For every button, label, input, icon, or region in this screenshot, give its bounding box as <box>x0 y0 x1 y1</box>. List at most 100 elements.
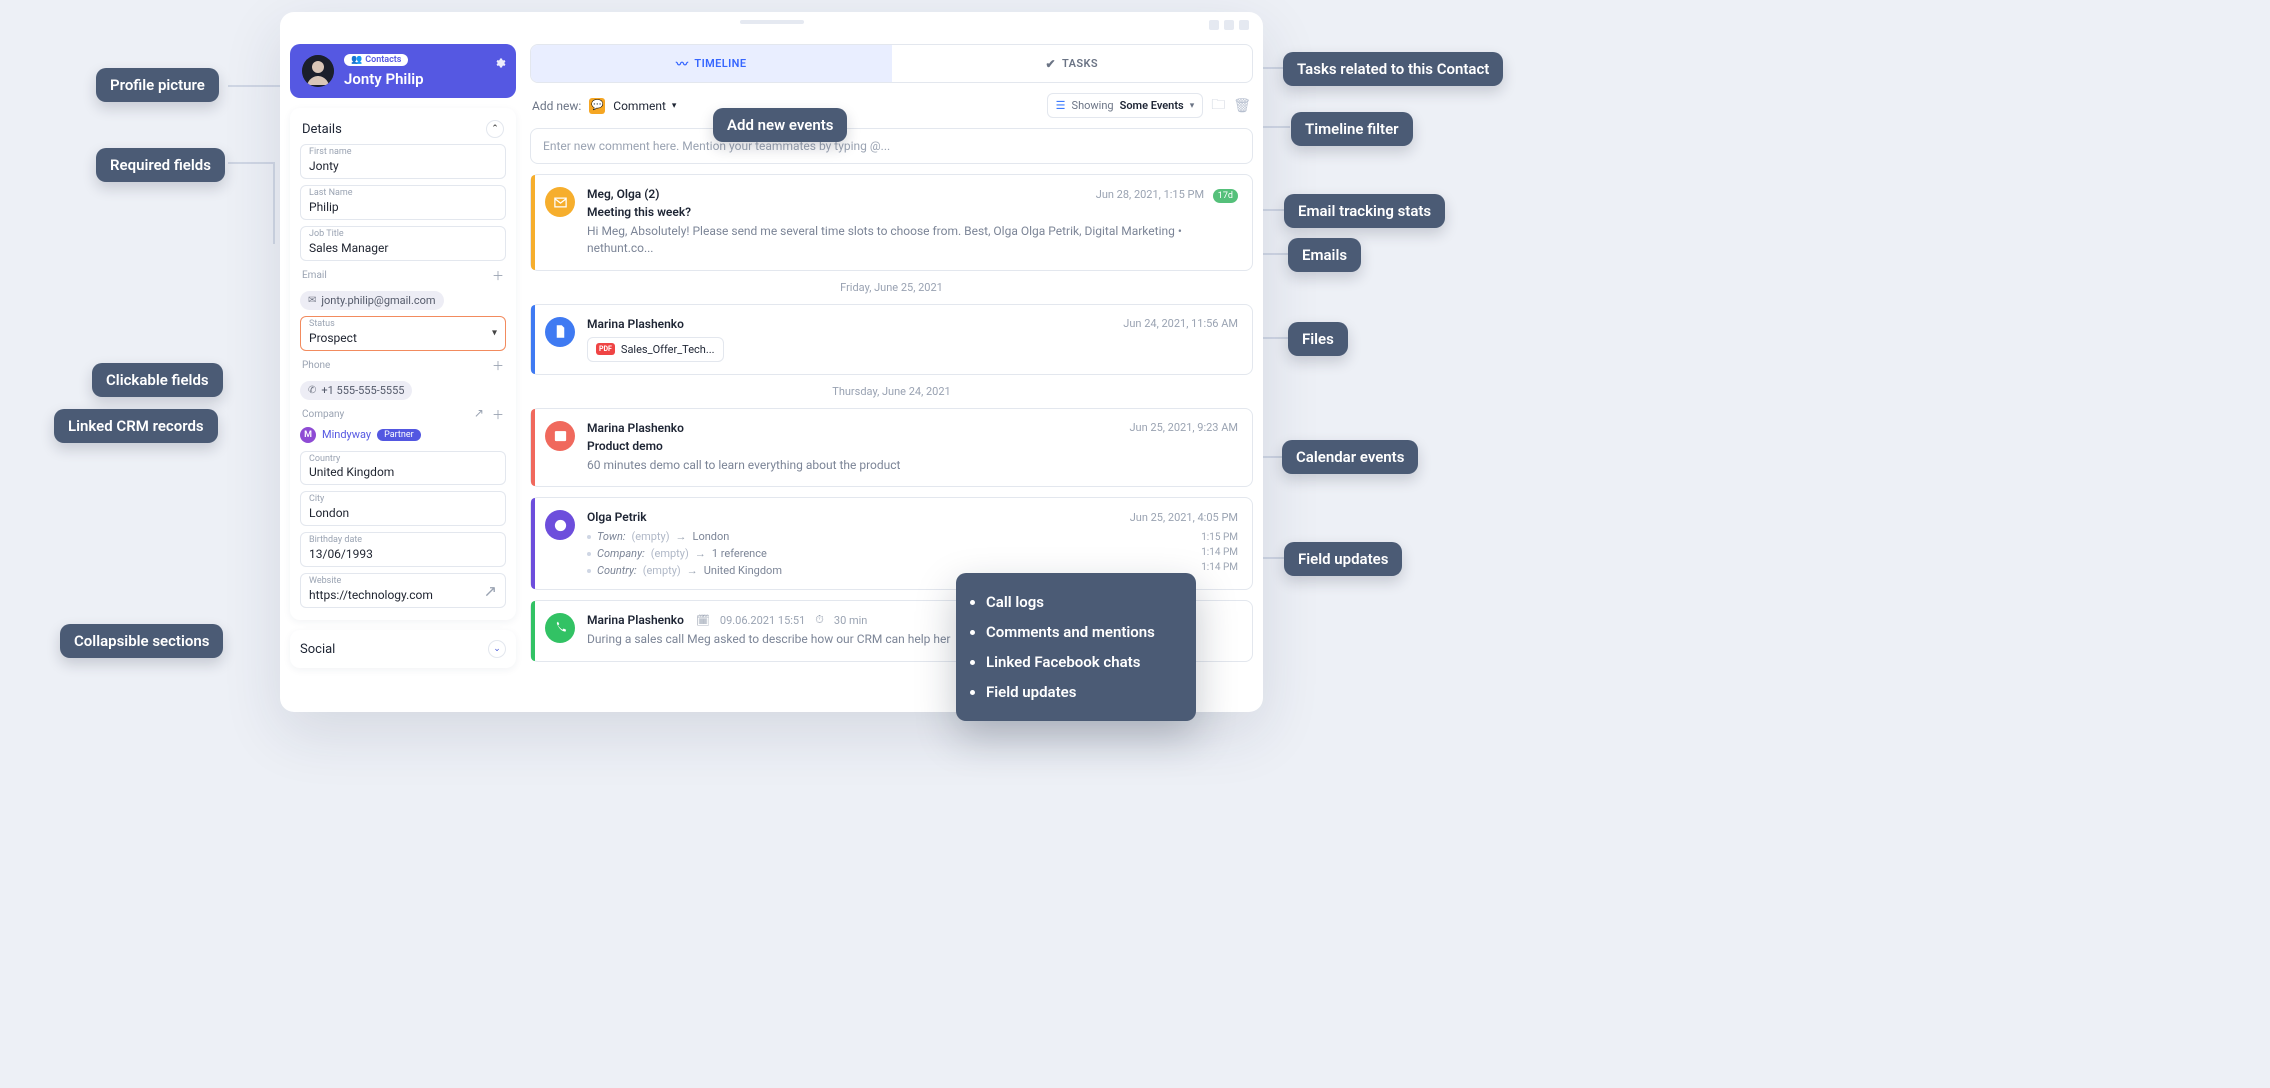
call-author: Marina Plashenko <box>587 613 684 627</box>
file-timestamp: Jun 24, 2021, 11:56 AM <box>1123 317 1238 330</box>
field-label: City <box>309 495 497 506</box>
field-value: Prospect <box>309 331 497 345</box>
mail-icon: ✉ <box>308 295 316 306</box>
company-link[interactable]: M Mindyway Partner <box>300 427 506 443</box>
add-email-icon[interactable]: ＋ <box>492 267 504 284</box>
contacts-badge-label: Contacts <box>365 55 401 65</box>
call-date: 09.06.2021 15:51 <box>720 614 805 627</box>
file-attachment[interactable]: PDF Sales_Offer_Tech... <box>587 337 724 362</box>
field-label: Status <box>309 320 497 331</box>
last-name-field[interactable]: Last Name Philip <box>300 185 506 220</box>
tab-timeline[interactable]: 〰 TIMELINE <box>531 45 892 82</box>
showing-value: Some Events <box>1120 99 1184 112</box>
overlay-item: Comments and mentions <box>986 617 1182 647</box>
date-separator: Friday, June 25, 2021 <box>530 281 1253 294</box>
chevron-down-icon: ▾ <box>672 101 677 111</box>
overlay-item: Field updates <box>986 677 1182 707</box>
timeline-file-card[interactable]: Marina Plashenko Jun 24, 2021, 11:56 AM … <box>530 304 1253 375</box>
country-field[interactable]: Country United Kingdom <box>300 451 506 486</box>
comment-input[interactable]: Enter new comment here. Mention your tea… <box>530 128 1253 164</box>
open-company-icon[interactable]: ↗ <box>474 406 484 423</box>
callout-tasks-related: Tasks related to this Contact <box>1283 52 1503 86</box>
connector <box>228 162 274 164</box>
contacts-badge[interactable]: 👥 Contacts <box>344 54 408 66</box>
tab-tasks[interactable]: ✔ TASKS <box>892 45 1253 82</box>
field-label: First name <box>309 148 497 159</box>
tab-tasks-label: TASKS <box>1062 57 1098 70</box>
contact-sidebar: 👥 Contacts Jonty Philip Details ⌃ First … <box>290 44 516 702</box>
tabs: 〰 TIMELINE ✔ TASKS <box>530 44 1253 83</box>
email-timestamp: Jun 28, 2021, 1:15 PM <box>1096 188 1204 201</box>
first-name-field[interactable]: First name Jonty <box>300 144 506 179</box>
calendar-author: Marina Plashenko <box>587 421 684 435</box>
email-header: Email ＋ <box>302 267 504 284</box>
phone-pill[interactable]: ✆ +1 555-555-5555 <box>300 381 412 400</box>
update-timestamp: Jun 25, 2021, 4:05 PM <box>1130 511 1238 524</box>
birthday-field[interactable]: Birthday date 13/06/1993 <box>300 532 506 567</box>
external-link-icon[interactable]: ↗ <box>484 581 497 600</box>
city-field[interactable]: City London <box>300 491 506 526</box>
email-pill[interactable]: ✉ jonty.philip@gmail.com <box>300 291 444 310</box>
callout-clickable-fields: Clickable fields <box>92 363 223 397</box>
time: 1:15 PM <box>1201 532 1238 543</box>
timeline-calendar-card[interactable]: Marina Plashenko Jun 25, 2021, 9:23 AM P… <box>530 408 1253 487</box>
status-field[interactable]: Status Prospect ▾ <box>300 316 506 351</box>
add-new-label: Add new: <box>532 99 581 113</box>
identity-card: 👥 Contacts Jonty Philip <box>290 44 516 98</box>
time: 1:14 PM <box>1201 547 1238 558</box>
callout-timeline-filter: Timeline filter <box>1291 112 1413 146</box>
update-subtimes: 1:15 PM 1:14 PM 1:14 PM <box>1201 532 1238 573</box>
field-label: Country <box>309 455 497 466</box>
callout-required-fields: Required fields <box>96 148 225 182</box>
mail-icon <box>545 187 575 217</box>
add-phone-icon[interactable]: ＋ <box>492 357 504 374</box>
add-company-icon[interactable]: ＋ <box>492 406 504 423</box>
calendar-body: 60 minutes demo call to learn everything… <box>587 457 1238 474</box>
chevron-down-icon: ▾ <box>492 328 497 339</box>
calendar-icon <box>545 421 575 451</box>
phone-value: +1 555-555-5555 <box>321 384 404 397</box>
change-new: United Kingdom <box>704 564 782 577</box>
timeline-filter[interactable]: ☰ Showing Some Events ▾ <box>1047 93 1204 118</box>
tab-timeline-label: TIMELINE <box>694 57 746 70</box>
gear-icon[interactable] <box>494 54 506 73</box>
showing-label: Showing <box>1072 99 1114 112</box>
check-circle-icon: ✔ <box>1046 57 1056 71</box>
website-field[interactable]: Website https://technology.com ↗ <box>300 573 506 608</box>
details-section: Details ⌃ First name Jonty Last Name Phi… <box>290 108 516 620</box>
window-handle <box>740 20 804 24</box>
social-section[interactable]: Social ⌄ <box>290 630 516 668</box>
callout-emails: Emails <box>1288 238 1361 272</box>
comment-picker-label: Comment <box>613 99 666 113</box>
details-header[interactable]: Details ⌃ <box>300 118 506 144</box>
chevron-up-icon[interactable]: ⌃ <box>486 120 504 138</box>
contact-name: Jonty Philip <box>344 70 424 88</box>
chevron-down-icon[interactable]: ⌄ <box>488 640 506 658</box>
avatar <box>302 55 334 87</box>
callout-profile-picture: Profile picture <box>96 68 219 102</box>
file-icon <box>545 317 575 347</box>
phone-header-label: Phone <box>302 360 330 371</box>
callout-email-stats: Email tracking stats <box>1284 194 1445 228</box>
folder-icon[interactable]: 🗀 <box>1211 94 1225 118</box>
change-key: Company: <box>597 547 645 560</box>
social-title: Social <box>300 642 335 657</box>
people-icon: 👥 <box>351 55 362 65</box>
add-new-type-picker[interactable]: Comment ▾ <box>613 99 676 113</box>
file-name: Sales_Offer_Tech... <box>621 343 715 356</box>
overlay-item: Call logs <box>986 587 1182 617</box>
timeline-email-card[interactable]: Meg, Olga (2) Jun 28, 2021, 1:15 PM 17d … <box>530 174 1253 271</box>
trash-icon[interactable]: 🗑 <box>1233 98 1251 114</box>
callout-add-new-events: Add new events <box>713 108 847 142</box>
company-name: Mindyway <box>322 428 371 441</box>
callout-linked-crm: Linked CRM records <box>54 409 218 443</box>
callout-collapsible: Collapsible sections <box>60 624 223 658</box>
filter-icon: ☰ <box>1056 99 1066 112</box>
email-preview: Hi Meg, Absolutely! Please send me sever… <box>587 223 1238 258</box>
company-avatar: M <box>300 427 316 443</box>
change-new: London <box>693 530 730 543</box>
card-stripe <box>531 305 535 374</box>
job-title-field[interactable]: Job Title Sales Manager <box>300 226 506 261</box>
history-icon <box>545 510 575 540</box>
time: 1:14 PM <box>1201 562 1238 573</box>
